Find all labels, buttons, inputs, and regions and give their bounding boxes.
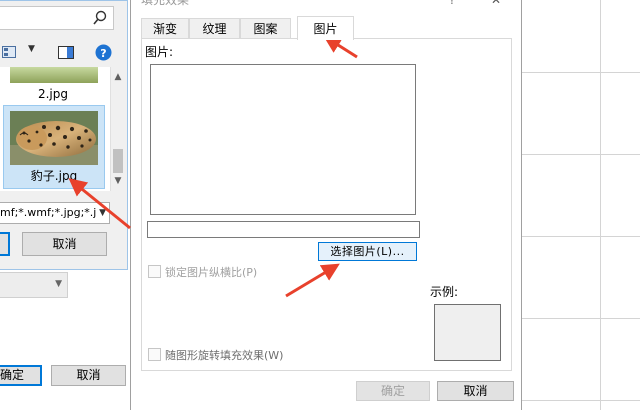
rotate-with-shape-label: 随图形旋转填充效果(W) xyxy=(165,349,284,362)
file-type-value: mf;*.wmf;*.jpg;*.j xyxy=(0,206,97,219)
view-mode-icon[interactable] xyxy=(2,46,16,58)
sheet-gridline xyxy=(520,154,640,155)
chevron-down-icon[interactable]: ▼ xyxy=(28,44,35,54)
file-thumbnail-image xyxy=(10,67,98,83)
cancel-button[interactable]: 取消 xyxy=(437,381,514,401)
file-name-label: 豹子.jpg xyxy=(30,169,78,183)
scrollbar-thumb[interactable] xyxy=(113,149,123,173)
tab-pattern[interactable]: 图案 xyxy=(240,18,291,39)
ok-button[interactable]: 确定 xyxy=(356,381,430,401)
picture-path-field xyxy=(147,221,420,238)
sheet-gridline xyxy=(520,72,640,73)
sheet-gridline xyxy=(520,318,640,319)
background-ok-button[interactable]: 确定 xyxy=(0,365,42,386)
close-icon[interactable]: ✕ xyxy=(491,0,501,8)
checkbox-icon xyxy=(148,348,161,361)
search-input[interactable] xyxy=(0,6,114,30)
tab-texture[interactable]: 纹理 xyxy=(189,18,240,39)
lock-aspect-checkbox[interactable]: 锁定图片纵横比(P) xyxy=(148,265,257,281)
rotate-with-shape-checkbox[interactable]: 随图形旋转填充效果(W) xyxy=(148,348,283,364)
preview-pane-icon[interactable] xyxy=(58,46,74,59)
svg-text:?: ? xyxy=(100,47,106,60)
view-toolbar: ▼ ? xyxy=(0,39,126,67)
sample-label: 示例: xyxy=(430,285,459,299)
chevron-down-icon[interactable]: ▼ xyxy=(111,175,125,187)
sheet-gridline xyxy=(520,236,640,237)
dialog-title: 填充效果 xyxy=(141,0,190,7)
checkbox-icon xyxy=(148,265,161,278)
title-bar: 填充效果 ? ✕ xyxy=(131,0,521,10)
file-type-select[interactable]: mf;*.wmf;*.jpg;*.j ▼ xyxy=(0,202,110,224)
file-name-label: 2.jpg xyxy=(37,87,69,101)
help-icon[interactable]: ? xyxy=(95,44,112,61)
background-select[interactable]: ▼ xyxy=(0,272,68,298)
tab-picture[interactable]: 图片 xyxy=(297,16,354,40)
vertical-scrollbar[interactable]: ▲ ▼ xyxy=(111,67,125,191)
chevron-down-icon: ▼ xyxy=(55,279,62,289)
insert-picture-dialog: ▼ ? 2.jpg 豹子.jpg ▲ ▼ mf;*.wmf;*.jpg;*.j … xyxy=(0,0,128,270)
help-button[interactable]: ? xyxy=(449,0,455,8)
sheet-gridline xyxy=(600,0,601,410)
picture-label: 图片: xyxy=(145,45,174,59)
file-item-selected[interactable]: 豹子.jpg xyxy=(3,105,105,189)
search-icon xyxy=(93,10,107,25)
chevron-up-icon[interactable]: ▲ xyxy=(111,71,125,83)
tab-gradient[interactable]: 渐变 xyxy=(141,18,189,39)
open-button[interactable] xyxy=(0,232,10,256)
lock-aspect-label: 锁定图片纵横比(P) xyxy=(165,266,258,279)
picture-preview xyxy=(150,64,416,215)
chevron-down-icon: ▼ xyxy=(99,208,106,218)
sheet-gridline xyxy=(520,400,640,401)
fill-effects-dialog: 填充效果 ? ✕ 渐变 纹理 图案 图片 图片: 选择图片(L)... 锁定图片… xyxy=(130,0,522,410)
leopard-thumbnail-image xyxy=(10,111,98,165)
file-cancel-button[interactable]: 取消 xyxy=(22,232,107,256)
background-cancel-button[interactable]: 取消 xyxy=(51,365,126,386)
select-picture-button[interactable]: 选择图片(L)... xyxy=(318,242,417,261)
sample-preview xyxy=(434,304,501,361)
